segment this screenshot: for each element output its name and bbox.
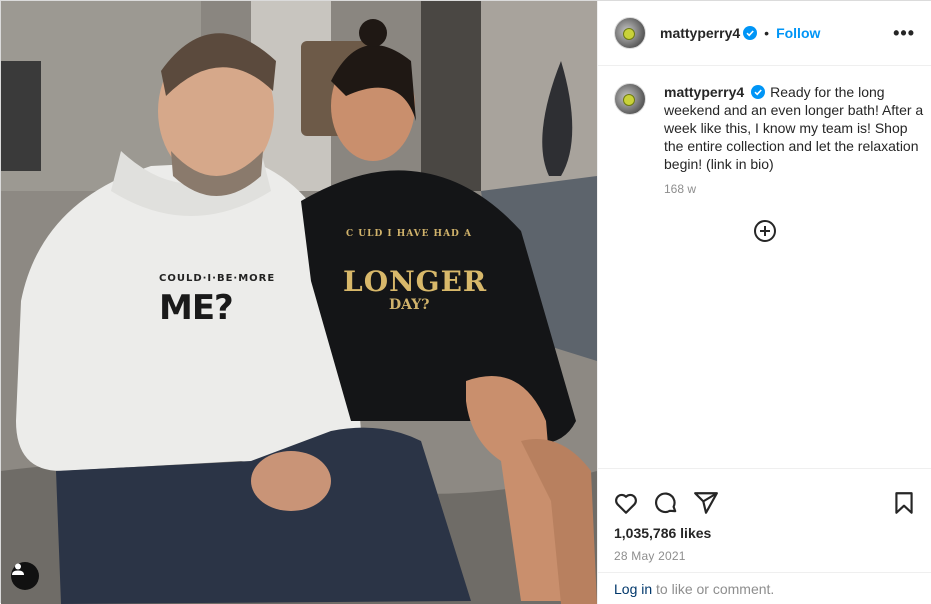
comment-bubble-icon[interactable] — [653, 490, 679, 516]
user-tag-icon — [12, 563, 24, 575]
paper-plane-icon[interactable] — [693, 490, 719, 516]
verified-badge-icon — [743, 26, 758, 40]
more-options-button[interactable]: ••• — [893, 24, 915, 42]
photo-illustration — [1, 1, 597, 604]
instagram-post: COULD·I·BE·MORE ME? C ULD I HAVE HAD A L… — [0, 0, 931, 604]
caption-text-block: mattyperry4 Ready for the long weekend a… — [664, 83, 924, 173]
sweater-print-line3: DAY? — [389, 297, 430, 313]
sweater-print-line2: LONGER — [343, 265, 488, 298]
sweater-print-line1: C ULD I HAVE HAD A — [346, 229, 472, 239]
caption: mattyperry4 Ready for the long weekend a… — [598, 67, 931, 196]
follow-button[interactable]: Follow — [776, 25, 820, 41]
post-date[interactable]: 28 May 2021 — [598, 549, 931, 563]
verified-badge-icon — [751, 85, 766, 99]
post-side-panel: mattyperry4 • Follow ••• mattyperry4 Rea… — [597, 1, 931, 604]
plus-circle-icon[interactable] — [753, 219, 777, 243]
caption-avatar[interactable] — [614, 83, 646, 115]
hoodie-print-small: COULD·I·BE·MORE — [159, 273, 276, 284]
avatar[interactable] — [614, 17, 646, 49]
hoodie-print-big: ME? — [159, 288, 234, 328]
action-icons — [598, 469, 931, 523]
post-header: mattyperry4 • Follow ••• — [598, 1, 931, 66]
caption-timestamp[interactable]: 168 w — [664, 182, 924, 196]
login-link[interactable]: Log in — [614, 581, 652, 597]
bookmark-icon[interactable] — [891, 490, 917, 516]
likes-count[interactable]: 1,035,786 likes — [598, 525, 931, 541]
post-actions: 1,035,786 likes 28 May 2021 — [598, 468, 931, 572]
user-tag-button[interactable] — [11, 562, 39, 590]
heart-icon[interactable] — [613, 490, 639, 516]
login-prompt-text: to like or comment. — [652, 581, 775, 597]
post-photo[interactable]: COULD·I·BE·MORE ME? C ULD I HAVE HAD A L… — [1, 1, 597, 604]
separator-dot: • — [764, 25, 770, 41]
username-link[interactable]: mattyperry4 — [660, 25, 740, 41]
login-prompt: Log in to like or comment. — [598, 572, 931, 604]
comments-area: mattyperry4 Ready for the long weekend a… — [598, 67, 931, 467]
caption-username[interactable]: mattyperry4 — [664, 84, 744, 100]
